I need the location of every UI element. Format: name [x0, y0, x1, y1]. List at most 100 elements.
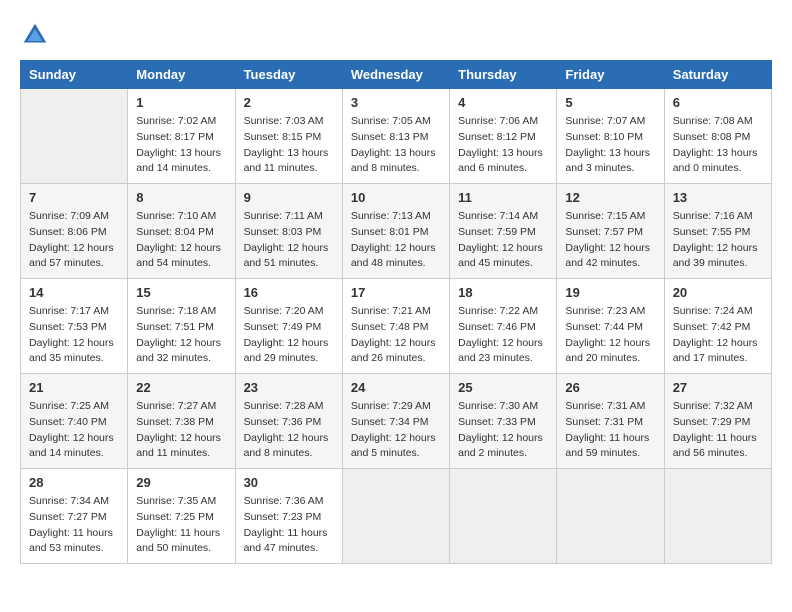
day-number: 10	[351, 190, 441, 205]
day-number: 15	[136, 285, 226, 300]
day-header-monday: Monday	[128, 61, 235, 89]
day-info: Sunrise: 7:21 AMSunset: 7:48 PMDaylight:…	[351, 304, 441, 367]
day-number: 12	[565, 190, 655, 205]
day-number: 21	[29, 380, 119, 395]
day-header-friday: Friday	[557, 61, 664, 89]
calendar-cell: 15 Sunrise: 7:18 AMSunset: 7:51 PMDayligh…	[128, 279, 235, 374]
calendar-cell	[664, 469, 771, 564]
calendar-cell	[450, 469, 557, 564]
calendar-cell: 22 Sunrise: 7:27 AMSunset: 7:38 PMDayligh…	[128, 374, 235, 469]
page-header	[20, 20, 772, 50]
calendar-cell: 23 Sunrise: 7:28 AMSunset: 7:36 PMDayligh…	[235, 374, 342, 469]
day-info: Sunrise: 7:23 AMSunset: 7:44 PMDaylight:…	[565, 304, 655, 367]
calendar-cell: 27Sunrise: 7:32 AMSunset: 7:29 PMDayligh…	[664, 374, 771, 469]
calendar-cell: 1 Sunrise: 7:02 AMSunset: 8:17 PMDaylight…	[128, 89, 235, 184]
day-number: 23	[244, 380, 334, 395]
calendar-cell: 8 Sunrise: 7:10 AMSunset: 8:04 PMDaylight…	[128, 184, 235, 279]
day-header-sunday: Sunday	[21, 61, 128, 89]
day-number: 17	[351, 285, 441, 300]
day-info: Sunrise: 7:02 AMSunset: 8:17 PMDaylight:…	[136, 114, 226, 177]
day-number: 9	[244, 190, 334, 205]
day-info: Sunrise: 7:06 AMSunset: 8:12 PMDaylight:…	[458, 114, 548, 177]
day-header-tuesday: Tuesday	[235, 61, 342, 89]
calendar-cell: 26 Sunrise: 7:31 AMSunset: 7:31 PMDayligh…	[557, 374, 664, 469]
logo-icon	[20, 20, 50, 50]
week-row-3: 14 Sunrise: 7:17 AMSunset: 7:53 PMDayligh…	[21, 279, 772, 374]
day-info: Sunrise: 7:03 AMSunset: 8:15 PMDaylight:…	[244, 114, 334, 177]
day-number: 29	[136, 475, 226, 490]
day-info: Sunrise: 7:30 AMSunset: 7:33 PMDaylight:…	[458, 399, 548, 462]
calendar-cell: 3 Sunrise: 7:05 AMSunset: 8:13 PMDaylight…	[342, 89, 449, 184]
day-info: Sunrise: 7:10 AMSunset: 8:04 PMDaylight:…	[136, 209, 226, 272]
day-info: Sunrise: 7:34 AMSunset: 7:27 PMDaylight:…	[29, 494, 119, 557]
day-number: 18	[458, 285, 548, 300]
day-info: Sunrise: 7:17 AMSunset: 7:53 PMDaylight:…	[29, 304, 119, 367]
calendar-cell: 7 Sunrise: 7:09 AMSunset: 8:06 PMDaylight…	[21, 184, 128, 279]
day-number: 13	[673, 190, 763, 205]
day-info: Sunrise: 7:08 AMSunset: 8:08 PMDaylight:…	[673, 114, 763, 177]
calendar-cell	[21, 89, 128, 184]
day-info: Sunrise: 7:36 AMSunset: 7:23 PMDaylight:…	[244, 494, 334, 557]
day-number: 2	[244, 95, 334, 110]
day-number: 16	[244, 285, 334, 300]
day-header-thursday: Thursday	[450, 61, 557, 89]
calendar-cell: 24 Sunrise: 7:29 AMSunset: 7:34 PMDayligh…	[342, 374, 449, 469]
calendar-cell: 13 Sunrise: 7:16 AMSunset: 7:55 PMDayligh…	[664, 184, 771, 279]
calendar-cell: 18 Sunrise: 7:22 AMSunset: 7:46 PMDayligh…	[450, 279, 557, 374]
day-number: 28	[29, 475, 119, 490]
day-number: 1	[136, 95, 226, 110]
day-info: Sunrise: 7:35 AMSunset: 7:25 PMDaylight:…	[136, 494, 226, 557]
calendar-cell: 25 Sunrise: 7:30 AMSunset: 7:33 PMDayligh…	[450, 374, 557, 469]
day-number: 5	[565, 95, 655, 110]
calendar-cell: 19 Sunrise: 7:23 AMSunset: 7:44 PMDayligh…	[557, 279, 664, 374]
day-number: 3	[351, 95, 441, 110]
day-info: Sunrise: 7:07 AMSunset: 8:10 PMDaylight:…	[565, 114, 655, 177]
calendar-cell: 29 Sunrise: 7:35 AMSunset: 7:25 PMDayligh…	[128, 469, 235, 564]
day-info: Sunrise: 7:29 AMSunset: 7:34 PMDaylight:…	[351, 399, 441, 462]
day-info: Sunrise: 7:05 AMSunset: 8:13 PMDaylight:…	[351, 114, 441, 177]
day-info: Sunrise: 7:16 AMSunset: 7:55 PMDaylight:…	[673, 209, 763, 272]
day-number: 26	[565, 380, 655, 395]
day-number: 30	[244, 475, 334, 490]
calendar-cell: 30 Sunrise: 7:36 AMSunset: 7:23 PMDayligh…	[235, 469, 342, 564]
day-number: 27	[673, 380, 763, 395]
calendar-cell: 4 Sunrise: 7:06 AMSunset: 8:12 PMDaylight…	[450, 89, 557, 184]
day-number: 4	[458, 95, 548, 110]
calendar-cell: 28 Sunrise: 7:34 AMSunset: 7:27 PMDayligh…	[21, 469, 128, 564]
calendar-cell: 2 Sunrise: 7:03 AMSunset: 8:15 PMDaylight…	[235, 89, 342, 184]
calendar-cell	[557, 469, 664, 564]
week-row-4: 21 Sunrise: 7:25 AMSunset: 7:40 PMDayligh…	[21, 374, 772, 469]
day-header-saturday: Saturday	[664, 61, 771, 89]
calendar-cell: 5 Sunrise: 7:07 AMSunset: 8:10 PMDaylight…	[557, 89, 664, 184]
day-info: Sunrise: 7:20 AMSunset: 7:49 PMDaylight:…	[244, 304, 334, 367]
day-number: 22	[136, 380, 226, 395]
calendar-cell: 6Sunrise: 7:08 AMSunset: 8:08 PMDaylight…	[664, 89, 771, 184]
day-info: Sunrise: 7:18 AMSunset: 7:51 PMDaylight:…	[136, 304, 226, 367]
calendar-cell: 11 Sunrise: 7:14 AMSunset: 7:59 PMDayligh…	[450, 184, 557, 279]
day-number: 7	[29, 190, 119, 205]
day-number: 19	[565, 285, 655, 300]
day-info: Sunrise: 7:25 AMSunset: 7:40 PMDaylight:…	[29, 399, 119, 462]
week-row-2: 7 Sunrise: 7:09 AMSunset: 8:06 PMDaylight…	[21, 184, 772, 279]
day-info: Sunrise: 7:27 AMSunset: 7:38 PMDaylight:…	[136, 399, 226, 462]
calendar-cell: 9Sunrise: 7:11 AMSunset: 8:03 PMDaylight…	[235, 184, 342, 279]
day-info: Sunrise: 7:13 AMSunset: 8:01 PMDaylight:…	[351, 209, 441, 272]
day-number: 14	[29, 285, 119, 300]
calendar-table: SundayMondayTuesdayWednesdayThursdayFrid…	[20, 60, 772, 564]
day-number: 8	[136, 190, 226, 205]
day-info: Sunrise: 7:24 AMSunset: 7:42 PMDaylight:…	[673, 304, 763, 367]
calendar-cell: 17 Sunrise: 7:21 AMSunset: 7:48 PMDayligh…	[342, 279, 449, 374]
day-info: Sunrise: 7:09 AMSunset: 8:06 PMDaylight:…	[29, 209, 119, 272]
calendar-cell: 12Sunrise: 7:15 AMSunset: 7:57 PMDayligh…	[557, 184, 664, 279]
day-number: 11	[458, 190, 548, 205]
day-info: Sunrise: 7:22 AMSunset: 7:46 PMDaylight:…	[458, 304, 548, 367]
day-number: 24	[351, 380, 441, 395]
day-number: 25	[458, 380, 548, 395]
calendar-cell: 16 Sunrise: 7:20 AMSunset: 7:49 PMDayligh…	[235, 279, 342, 374]
days-header-row: SundayMondayTuesdayWednesdayThursdayFrid…	[21, 61, 772, 89]
day-number: 20	[673, 285, 763, 300]
day-info: Sunrise: 7:31 AMSunset: 7:31 PMDaylight:…	[565, 399, 655, 462]
day-info: Sunrise: 7:28 AMSunset: 7:36 PMDaylight:…	[244, 399, 334, 462]
day-info: Sunrise: 7:14 AMSunset: 7:59 PMDaylight:…	[458, 209, 548, 272]
calendar-cell: 14 Sunrise: 7:17 AMSunset: 7:53 PMDayligh…	[21, 279, 128, 374]
